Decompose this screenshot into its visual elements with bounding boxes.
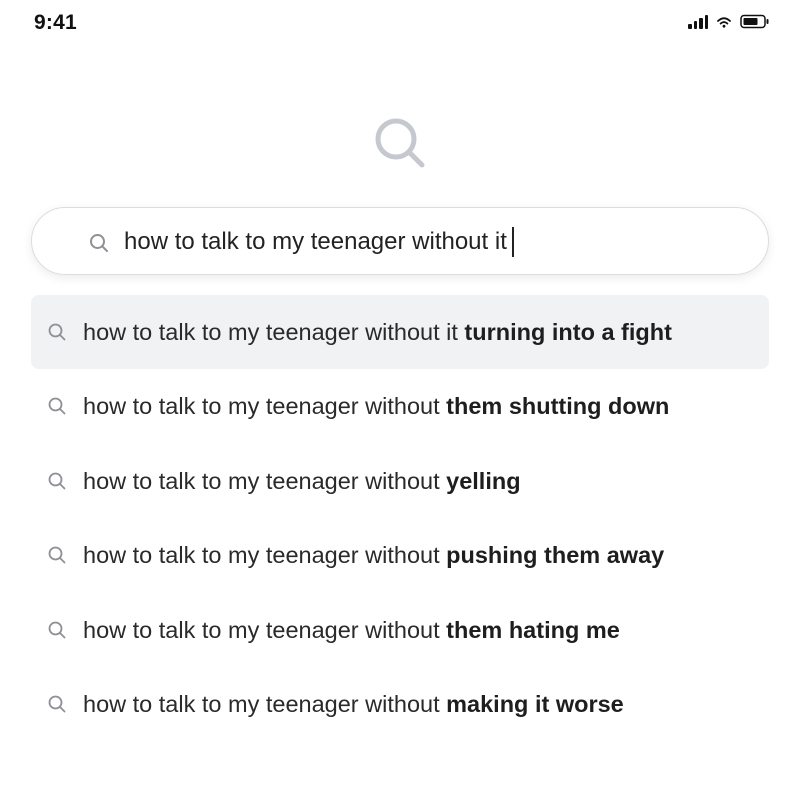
suggestion-item[interactable]: how to talk to my teenager without them … [31,369,769,443]
suggestion-completion: turning into a fight [464,319,672,345]
suggestion-item[interactable]: how to talk to my teenager without yelli… [31,444,769,518]
suggestion-text: how to talk to my teenager without pushi… [83,541,664,569]
suggestion-prefix: how to talk to my teenager without it [83,319,465,345]
search-icon [48,621,66,638]
suggestion-text: how to talk to my teenager without it tu… [83,318,672,346]
suggestion-item[interactable]: how to talk to my teenager without pushi… [31,518,769,592]
search-icon [48,546,66,564]
suggestion-item[interactable]: how to talk to my teenager without it tu… [31,295,769,370]
suggestion-completion: making it worse [446,690,624,717]
suggestion-item[interactable]: how to talk to my teenager without makin… [31,667,769,741]
wifi-icon [717,16,731,28]
suggestion-prefix: how to talk to my teenager without [83,690,447,717]
suggestion-completion: them shutting down [446,393,670,420]
suggestion-prefix: how to talk to my teenager without [83,542,447,569]
search-icon [48,397,66,415]
suggestion-text: how to talk to my teenager without them … [83,392,669,420]
suggestion-completion: them hating me [446,616,620,643]
suggestion-completion: pushing them away [446,542,665,569]
text-caret [511,227,514,257]
suggestion-prefix: how to talk to my teenager without [83,393,447,420]
search-icon [48,323,66,341]
search-bar[interactable]: how to talk to my teenager without it [31,207,769,275]
suggestion-item[interactable]: how to talk to my teenager without them … [31,593,769,667]
search-input[interactable]: how to talk to my teenager without it [124,224,514,260]
suggestion-completion: yelling [446,467,521,494]
search-icon [375,118,425,168]
battery-icon [740,14,769,29]
search-input-value: how to talk to my teenager without it [124,228,507,255]
suggestion-text: how to talk to my teenager without yelli… [83,467,521,495]
suggestion-list: how to talk to my teenager without it tu… [31,295,769,741]
suggestion-text: how to talk to my teenager without them … [83,616,620,644]
status-icons [688,14,770,29]
status-time: 9:41 [34,11,77,34]
search-icon [48,695,66,713]
suggestion-prefix: how to talk to my teenager without [83,467,447,494]
search-icon [90,234,108,252]
suggestion-prefix: how to talk to my teenager without [83,616,447,643]
cellular-signal-icon [688,14,708,29]
search-icon [48,472,66,490]
suggestion-text: how to talk to my teenager without makin… [83,690,624,718]
status-bar: 9:41 [0,0,800,46]
search-screen: 9:41 how to talk to my teenager without … [0,0,800,800]
